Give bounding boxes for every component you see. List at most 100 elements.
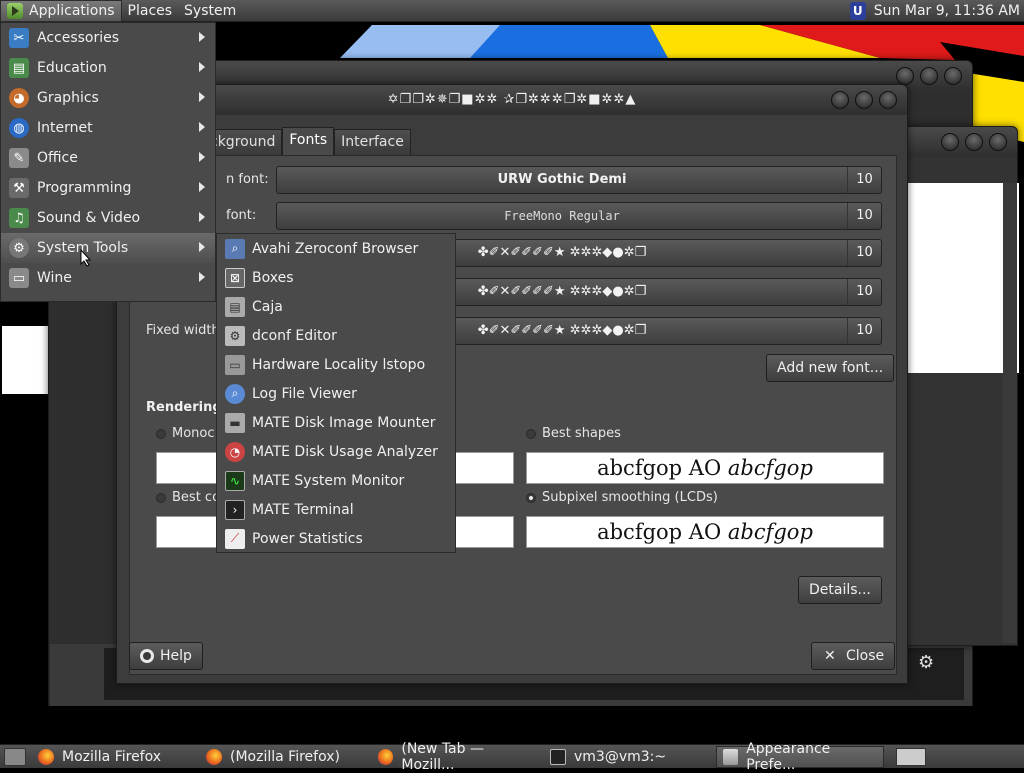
menu-item-disk-mounter[interactable]: ▬ MATE Disk Image Mounter — [217, 408, 455, 437]
scrollbar[interactable] — [1003, 183, 1017, 643]
chevron-right-icon — [199, 122, 205, 132]
tab-interface[interactable]: Interface — [334, 129, 411, 155]
best-shapes-radio[interactable]: Best shapes — [526, 426, 621, 441]
close-button[interactable]: ✕ Close — [811, 642, 896, 670]
font-size: 10 — [847, 240, 881, 266]
close-icon[interactable] — [944, 67, 962, 85]
hwloc-icon: ▭ — [225, 354, 245, 375]
accessories-icon: ✂ — [9, 28, 29, 48]
task-terminal[interactable]: vm3@vm3:~ — [544, 746, 714, 768]
system-tools-icon: ⚙ — [9, 238, 29, 258]
sound-video-icon: ♫ — [9, 208, 29, 228]
font-size: 10 — [847, 318, 881, 344]
minimize-icon[interactable] — [941, 133, 959, 151]
monochrome-radio[interactable]: Monoc — [156, 426, 215, 441]
maximize-icon[interactable] — [855, 91, 873, 109]
rendering-title: Rendering — [146, 400, 222, 415]
task-label: vm3@vm3:~ — [574, 748, 667, 765]
gear-icon[interactable]: ⚙ — [918, 652, 934, 673]
menu-item-hwloc[interactable]: ▭ Hardware Locality lstopo — [217, 350, 455, 379]
subpixel-preview: abcfgop AO abcfgop — [526, 516, 884, 548]
menu-item-avahi[interactable]: ⌕ Avahi Zeroconf Browser — [217, 234, 455, 263]
menu-item-label: Hardware Locality lstopo — [252, 356, 426, 373]
menu-item-log-viewer[interactable]: ⌕ Log File Viewer — [217, 379, 455, 408]
best-contrast-radio[interactable]: Best co — [156, 490, 220, 505]
close-icon[interactable] — [879, 91, 897, 109]
menu-item-disk-usage[interactable]: ◔ MATE Disk Usage Analyzer — [217, 437, 455, 466]
menu-item-label: MATE System Monitor — [252, 472, 405, 489]
workspace-switcher[interactable] — [896, 747, 926, 766]
font-row-document: font: FreeMono Regular 10 — [130, 202, 898, 232]
applications-menu-button[interactable]: Applications — [0, 0, 122, 22]
menu-item-graphics[interactable]: ◕ Graphics — [1, 83, 215, 113]
task-new-tab[interactable]: (New Tab — Mozill... — [372, 741, 542, 773]
menu-item-label: MATE Disk Image Mounter — [252, 414, 436, 431]
show-desktop-icon[interactable] — [4, 747, 26, 766]
minimize-icon[interactable] — [896, 67, 914, 85]
menu-item-system-tools[interactable]: ⚙ System Tools — [1, 233, 215, 263]
menu-item-label: Internet — [37, 120, 93, 136]
tab-fonts[interactable]: Fonts — [282, 127, 335, 155]
wine-icon: ▭ — [9, 268, 29, 288]
menu-item-label: MATE Terminal — [252, 501, 354, 518]
menu-item-education[interactable]: ▤ Education — [1, 53, 215, 83]
radio-label: Best shapes — [542, 426, 621, 441]
radio-label: Monoc — [172, 426, 215, 441]
places-menu-button[interactable]: Places — [122, 0, 179, 22]
menu-item-dconf[interactable]: ⚙ dconf Editor — [217, 321, 455, 350]
appearance-titlebar[interactable]: ✡❐❐✲✵❐■✲✲ ✰❐✲✲✲❐✲■✲✲▲ — [117, 85, 907, 115]
document-font-button[interactable]: FreeMono Regular 10 — [276, 202, 882, 230]
add-new-font-button[interactable]: Add new font... — [766, 354, 895, 382]
graphics-icon: ◕ — [9, 88, 29, 108]
font-label: n font: — [226, 172, 269, 187]
menu-item-power-stats[interactable]: ⟋ Power Statistics — [217, 524, 455, 553]
terminal-icon — [550, 748, 566, 765]
menu-item-programming[interactable]: ⚒ Programming — [1, 173, 215, 203]
menu-item-label: Programming — [37, 180, 132, 196]
caja-icon: ▤ — [225, 296, 245, 317]
task-label: (Mozilla Firefox) — [230, 748, 340, 765]
menu-item-wine[interactable]: ▭ Wine — [1, 263, 215, 293]
help-button[interactable]: Help — [129, 642, 203, 670]
menu-item-label: Caja — [252, 298, 283, 315]
disk-mounter-icon: ▬ — [225, 412, 245, 433]
preview-text: abcfgop AO — [597, 456, 728, 480]
menu-item-label: Power Statistics — [252, 530, 363, 547]
menu-item-office[interactable]: ✎ Office — [1, 143, 215, 173]
close-icon[interactable] — [989, 133, 1007, 151]
menu-item-caja[interactable]: ▤ Caja — [217, 292, 455, 321]
applications-menu: ✂ Accessories ▤ Education ◕ Graphics ◍ Inter… — [0, 22, 216, 302]
panel-tray: U Sun Mar 9, 11:36 AM — [849, 0, 1024, 22]
chevron-right-icon — [199, 62, 205, 72]
menu-item-system-monitor[interactable]: ∿ MATE System Monitor — [217, 466, 455, 495]
menu-item-label: Sound & Video — [37, 210, 141, 226]
menu-item-internet[interactable]: ◍ Internet — [1, 113, 215, 143]
window-title: ✡❐❐✲✵❐■✲✲ ✰❐✲✲✲❐✲■✲✲▲ — [387, 92, 637, 107]
subpixel-radio[interactable]: Subpixel smoothing (LCDs) — [526, 490, 718, 505]
maximize-icon[interactable] — [965, 133, 983, 151]
task-mozilla-firefox-2[interactable]: (Mozilla Firefox) — [200, 746, 370, 768]
boxes-icon: ⊠ — [225, 267, 245, 288]
system-menu-button[interactable]: System — [178, 0, 242, 22]
menu-item-terminal[interactable]: › MATE Terminal — [217, 495, 455, 524]
menu-item-accessories[interactable]: ✂ Accessories — [1, 23, 215, 53]
chevron-right-icon — [199, 182, 205, 192]
update-notifier-icon[interactable]: U — [849, 1, 866, 20]
clock[interactable]: Sun Mar 9, 11:36 AM — [874, 3, 1024, 19]
font-size: 10 — [847, 167, 881, 193]
applications-icon — [7, 2, 23, 19]
maximize-icon[interactable] — [920, 67, 938, 85]
menu-item-boxes[interactable]: ⊠ Boxes — [217, 263, 455, 292]
task-mozilla-firefox[interactable]: Mozilla Firefox — [32, 746, 198, 768]
font-label: font: — [226, 208, 257, 223]
application-font-button[interactable]: URW Gothic Demi 10 — [276, 166, 882, 194]
internet-icon: ◍ — [9, 118, 29, 138]
task-appearance-preferences[interactable]: Appearance Prefe... — [716, 741, 884, 773]
menu-item-sound-video[interactable]: ♫ Sound & Video — [1, 203, 215, 233]
chevron-right-icon — [199, 212, 205, 222]
radio-icon — [526, 428, 536, 439]
details-button[interactable]: Details... — [798, 576, 882, 604]
task-label: Mozilla Firefox — [62, 748, 162, 765]
minimize-icon[interactable] — [831, 91, 849, 109]
chevron-right-icon — [199, 152, 205, 162]
